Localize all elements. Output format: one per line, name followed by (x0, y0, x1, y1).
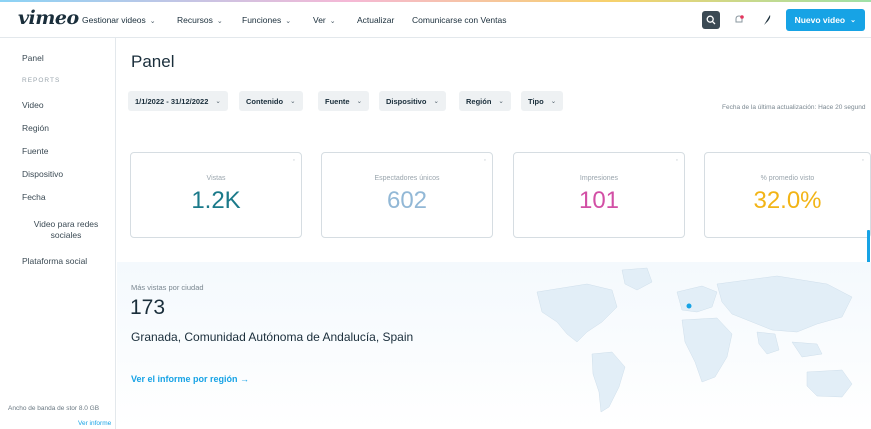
last-update-text: Fecha de la última actualización: Hace 2… (722, 104, 866, 111)
filter-label: Región (466, 96, 492, 106)
world-map (536, 267, 853, 413)
chevron-down-icon: ⌄ (356, 98, 363, 105)
nav-label: Ver (313, 15, 326, 25)
sidebar-item-region[interactable]: Región (22, 123, 49, 133)
info-icon: ◦ (292, 157, 295, 164)
map-marker-icon (686, 303, 692, 309)
nav-label: Actualizar (357, 15, 395, 25)
sidebar-item-social-platform[interactable]: Plataforma social (22, 256, 87, 266)
chevron-down-icon: ⌄ (285, 18, 292, 25)
filter-label: 1/1/2022 - 31/12/2022 (135, 96, 209, 106)
filter-label: Tipo (528, 96, 544, 106)
chevron-down-icon: ⌄ (329, 18, 336, 25)
filter-label: Fuente (325, 96, 350, 106)
stat-value: 602 (386, 187, 428, 214)
content-filter[interactable]: Contenido ⌄ (239, 91, 303, 111)
nav-label: Gestionar videos (82, 15, 146, 25)
filter-label: Contenido (246, 96, 284, 106)
nav-label: Funciones (242, 15, 282, 25)
region-filter[interactable]: Región ⌄ (459, 91, 511, 111)
top-navigation: vimeo Gestionar videos ⌄ Recursos ⌄ Funcio… (0, 2, 871, 38)
notifications-button[interactable] (730, 11, 748, 29)
stat-label: Impresiones (579, 175, 619, 182)
filter-label: Dispositivo (386, 96, 427, 106)
chevron-down-icon: ⌄ (550, 98, 557, 105)
chevron-down-icon: ⌄ (149, 18, 156, 25)
page-title: Panel (131, 52, 175, 71)
info-icon: ◦ (861, 157, 864, 164)
new-video-button[interactable]: Nuevo video ⌄ (785, 9, 865, 31)
top-city-count: 173 (130, 296, 166, 319)
sidebar-item-social-video[interactable]: Video para redes sociales (24, 219, 108, 241)
sidebar-item-date[interactable]: Fecha (22, 192, 46, 202)
tips-button[interactable] (758, 11, 776, 29)
feather-icon (763, 15, 770, 25)
nav-features[interactable]: Funciones ⌄ (242, 15, 291, 25)
top-city-label: Más vistas por ciudad (131, 283, 204, 292)
search-button[interactable] (701, 11, 720, 29)
type-filter[interactable]: Tipo ⌄ (521, 91, 564, 111)
nav-label: Recursos (177, 15, 213, 25)
chevron-down-icon: ⌄ (850, 17, 856, 24)
stat-label: Espectadores únicos (374, 175, 440, 182)
bell-icon (735, 15, 744, 23)
sidebar-item-source[interactable]: Fuente (22, 146, 48, 156)
sidebar-item-video[interactable]: Video (22, 100, 44, 110)
top-city-name: Granada, Comunidad Autónoma de Andalucía… (131, 330, 414, 344)
new-video-label: Nuevo video (794, 15, 846, 25)
vimeo-logo[interactable]: vimeo (18, 7, 79, 29)
sidebar-item-panel[interactable]: Panel (22, 53, 44, 63)
top-city-section: Más vistas por ciudad 173 Granada, Comun… (117, 262, 871, 429)
sidebar: Panel REPORTS Video Región Fuente Dispos… (0, 38, 116, 429)
chevron-down-icon: ⌄ (216, 18, 223, 25)
info-icon: ◦ (675, 157, 678, 164)
stat-label: Vistas (206, 175, 226, 182)
sidebar-section-label: REPORTS (22, 77, 61, 84)
nav-upgrade[interactable]: Actualizar (357, 15, 394, 25)
bandwidth-usage: Ancho de banda de stor 8.0 GB (8, 405, 100, 412)
info-icon: ◦ (483, 157, 486, 164)
stat-value: 101 (578, 187, 620, 214)
chevron-down-icon: ⌄ (498, 98, 504, 105)
nav-resources[interactable]: Recursos ⌄ (177, 15, 223, 25)
stat-card-avg-watched[interactable]: ◦ % promedio visto 32.0% (704, 152, 871, 238)
search-icon (706, 15, 716, 25)
chevron-down-icon: ⌄ (433, 98, 439, 105)
chevron-down-icon: ⌄ (290, 98, 296, 105)
stat-card-impressions[interactable]: ◦ Impresiones 101 (513, 152, 685, 238)
view-report-link[interactable]: Ver informe (78, 420, 111, 427)
stat-label: % promedio visto (760, 175, 815, 182)
main-content: Panel 1/1/2022 - 31/12/2022 ⌄ Contenido ⌄ … (117, 38, 871, 429)
nav-manage-videos[interactable]: Gestionar videos ⌄ (82, 15, 156, 25)
chevron-down-icon: ⌄ (215, 98, 221, 105)
stat-value: 1.2K (191, 187, 241, 214)
source-filter[interactable]: Fuente ⌄ (318, 91, 370, 111)
sidebar-item-device[interactable]: Dispositivo (22, 169, 63, 179)
device-filter[interactable]: Dispositivo ⌄ (379, 91, 446, 111)
nav-contact-sales[interactable]: Comunicarse con Ventas (412, 15, 507, 25)
date-range-filter[interactable]: 1/1/2022 - 31/12/2022 ⌄ (128, 91, 228, 111)
stat-card-views[interactable]: ◦ Vistas 1.2K (130, 152, 302, 238)
nav-label: Comunicarse con Ventas (412, 15, 507, 25)
nav-watch[interactable]: Ver ⌄ (313, 15, 336, 25)
stat-card-unique-viewers[interactable]: ◦ Espectadores únicos 602 (321, 152, 493, 238)
stat-value: 32.0% (753, 187, 822, 214)
region-report-link[interactable]: Ver el informe por región → (131, 374, 249, 384)
